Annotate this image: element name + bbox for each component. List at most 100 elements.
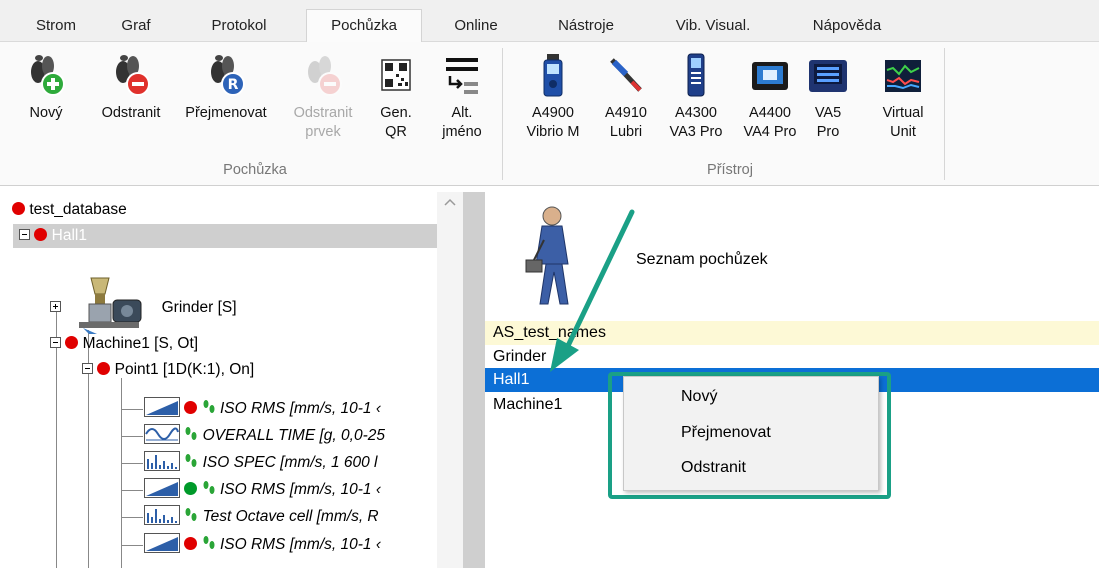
tree-item-cell[interactable]: ISO SPEC [mm/s, 1 600 l	[144, 451, 377, 475]
route-list-item[interactable]: AS_test_names	[485, 321, 1099, 345]
context-menu-rename[interactable]: Přejmenovat	[681, 424, 771, 442]
status-red-dot	[65, 336, 79, 349]
tree-item-hall[interactable]: Hall1	[13, 224, 437, 248]
grinder-machine-icon	[79, 277, 142, 334]
virtual-unit-button[interactable]: Virtual Unit	[868, 52, 938, 142]
tree-item-database[interactable]: test_database	[12, 198, 127, 222]
tab-pochuzka[interactable]: Pochůzka	[306, 9, 422, 43]
tree-item-label: Hall1	[51, 227, 87, 244]
alt-name-button[interactable]: Alt. jméno	[432, 52, 492, 142]
trend-chart-icon	[144, 533, 180, 553]
generate-qr-label-2: QR	[385, 124, 407, 140]
footprints-rename-icon: R	[211, 55, 245, 96]
virtual-unit-label-1: Virtual	[882, 105, 924, 121]
tree-item-point[interactable]: Point1 [1D(K:1), On]	[82, 358, 254, 382]
qr-code-icon	[381, 59, 411, 91]
alt-name-icon	[446, 58, 478, 94]
tree-item-label: Machine1 [S, Ot]	[82, 335, 199, 352]
footprints-icon	[203, 536, 215, 549]
tree-item-label: ISO SPEC [mm/s, 1 600 l	[202, 454, 378, 471]
va3-device-icon	[687, 53, 705, 97]
route-list-item[interactable]: Grinder	[485, 345, 1099, 369]
scroll-up-chevron-icon[interactable]	[437, 192, 463, 212]
tree-scrollbar[interactable]	[437, 192, 463, 568]
expand-toggle-icon[interactable]	[50, 301, 61, 312]
remove-item-label-2: prvek	[305, 124, 341, 140]
tab-nastroje[interactable]: Nástroje	[538, 10, 634, 43]
footprints-icon	[185, 508, 197, 521]
tree-item-grinder[interactable]: Grinder [S]	[50, 276, 237, 334]
svg-text:R: R	[228, 77, 239, 93]
footprints-icon	[185, 454, 197, 467]
new-route-button[interactable]: Nový	[16, 52, 76, 123]
remove-route-button[interactable]: Odstranit	[90, 52, 172, 123]
tab-napoveda[interactable]: Nápověda	[792, 10, 902, 43]
pane-splitter[interactable]	[463, 192, 485, 568]
collapse-toggle-icon[interactable]	[50, 337, 61, 348]
device-a4300-label-1: A4300	[675, 105, 717, 121]
trend-chart-icon	[144, 397, 180, 417]
tab-vib-visual[interactable]: Vib. Visual.	[654, 10, 772, 43]
device-va5-label-2: Pro	[816, 124, 840, 140]
status-red-dot	[184, 537, 198, 550]
tab-strom[interactable]: Strom	[18, 10, 94, 43]
ribbon-tab-bar: Strom Graf Protokol Pochůzka Online Nást…	[0, 0, 1099, 43]
generate-qr-label-1: Gen.	[380, 105, 412, 121]
tree-item-label: ISO RMS [mm/s, 10-1 ‹	[219, 536, 381, 553]
spectrum-chart-icon	[144, 451, 180, 471]
device-a4900-button[interactable]: A4900 Vibrio M	[514, 52, 592, 142]
context-menu: Nový Přejmenovat Odstranit	[623, 376, 879, 491]
tab-graf[interactable]: Graf	[104, 10, 168, 43]
device-a4400-label-1: A4400	[749, 105, 791, 121]
collapse-toggle-icon[interactable]	[82, 363, 93, 374]
tree-item-cell[interactable]: ISO RMS [mm/s, 10-1 ‹	[144, 397, 381, 421]
device-a4300-button[interactable]: A4300 VA3 Pro	[658, 52, 734, 142]
rename-route-label: Přejmenovat	[185, 105, 267, 121]
footprints-icon	[203, 400, 215, 413]
device-va5-button[interactable]: VA5 Pro	[804, 52, 852, 142]
spectrum-chart-icon	[144, 505, 180, 525]
tree-connector	[121, 545, 143, 546]
route-group-label: Pochůzka	[223, 162, 287, 178]
remove-route-label: Odstranit	[101, 105, 161, 121]
device-a4900-label-2: Vibrio M	[526, 124, 580, 140]
footprints-icon	[185, 427, 197, 440]
tree-item-cell[interactable]: OVERALL TIME [g, 0,0-25	[144, 424, 385, 448]
context-menu-remove[interactable]: Odstranit	[681, 459, 746, 477]
tree-item-label: ISO RMS [mm/s, 10-1 ‹	[219, 400, 381, 417]
new-route-label: Nový	[29, 105, 63, 121]
tree-item-cell[interactable]: ISO RMS [mm/s, 10-1 ‹	[144, 478, 381, 502]
device-group-label: Přístroj	[707, 162, 753, 178]
va4-device-icon	[752, 62, 788, 90]
context-menu-new[interactable]: Nový	[681, 388, 717, 406]
footprints-add-icon	[31, 55, 65, 96]
tree-connector	[121, 436, 143, 437]
tree-item-machine[interactable]: Machine1 [S, Ot]	[50, 332, 198, 356]
ribbon-group-separator-end	[944, 48, 945, 180]
ribbon-group-separator	[502, 48, 503, 180]
device-a4400-label-2: VA4 Pro	[743, 124, 797, 140]
tree-item-label: ISO RMS [mm/s, 10-1 ‹	[219, 481, 381, 498]
collapse-toggle-icon[interactable]	[19, 229, 30, 240]
device-va5-label-1: VA5	[814, 105, 842, 121]
virtual-unit-icon	[885, 60, 921, 92]
tree-connector	[121, 517, 143, 518]
tab-protokol[interactable]: Protokol	[192, 10, 286, 43]
status-red-dot	[34, 228, 48, 241]
database-tree[interactable]: test_database Hall1 Grinder [S] Machine1…	[0, 192, 462, 568]
remove-item-button[interactable]: Odstranit prvek	[282, 52, 364, 142]
device-a4910-button[interactable]: A4910 Lubri	[596, 52, 656, 142]
device-a4900-label-1: A4900	[532, 105, 574, 121]
tab-online[interactable]: Online	[438, 10, 514, 43]
virtual-unit-label-2: Unit	[890, 124, 916, 140]
tree-item-cell[interactable]: Test Octave cell [mm/s, R	[144, 505, 379, 529]
route-list-title: Seznam pochůzek	[636, 251, 768, 268]
device-a4400-button[interactable]: A4400 VA4 Pro	[732, 52, 808, 142]
tree-item-label: Test Octave cell [mm/s, R	[202, 508, 379, 525]
generate-qr-button[interactable]: Gen. QR	[372, 52, 420, 142]
tree-item-cell[interactable]: ISO RMS [mm/s, 10-1 ‹	[144, 533, 381, 557]
tree-item-label: test_database	[29, 201, 127, 218]
tree-connector	[121, 490, 143, 491]
device-a4910-label-2: Lubri	[609, 124, 643, 140]
rename-route-button[interactable]: R Přejmenovat	[176, 52, 276, 123]
